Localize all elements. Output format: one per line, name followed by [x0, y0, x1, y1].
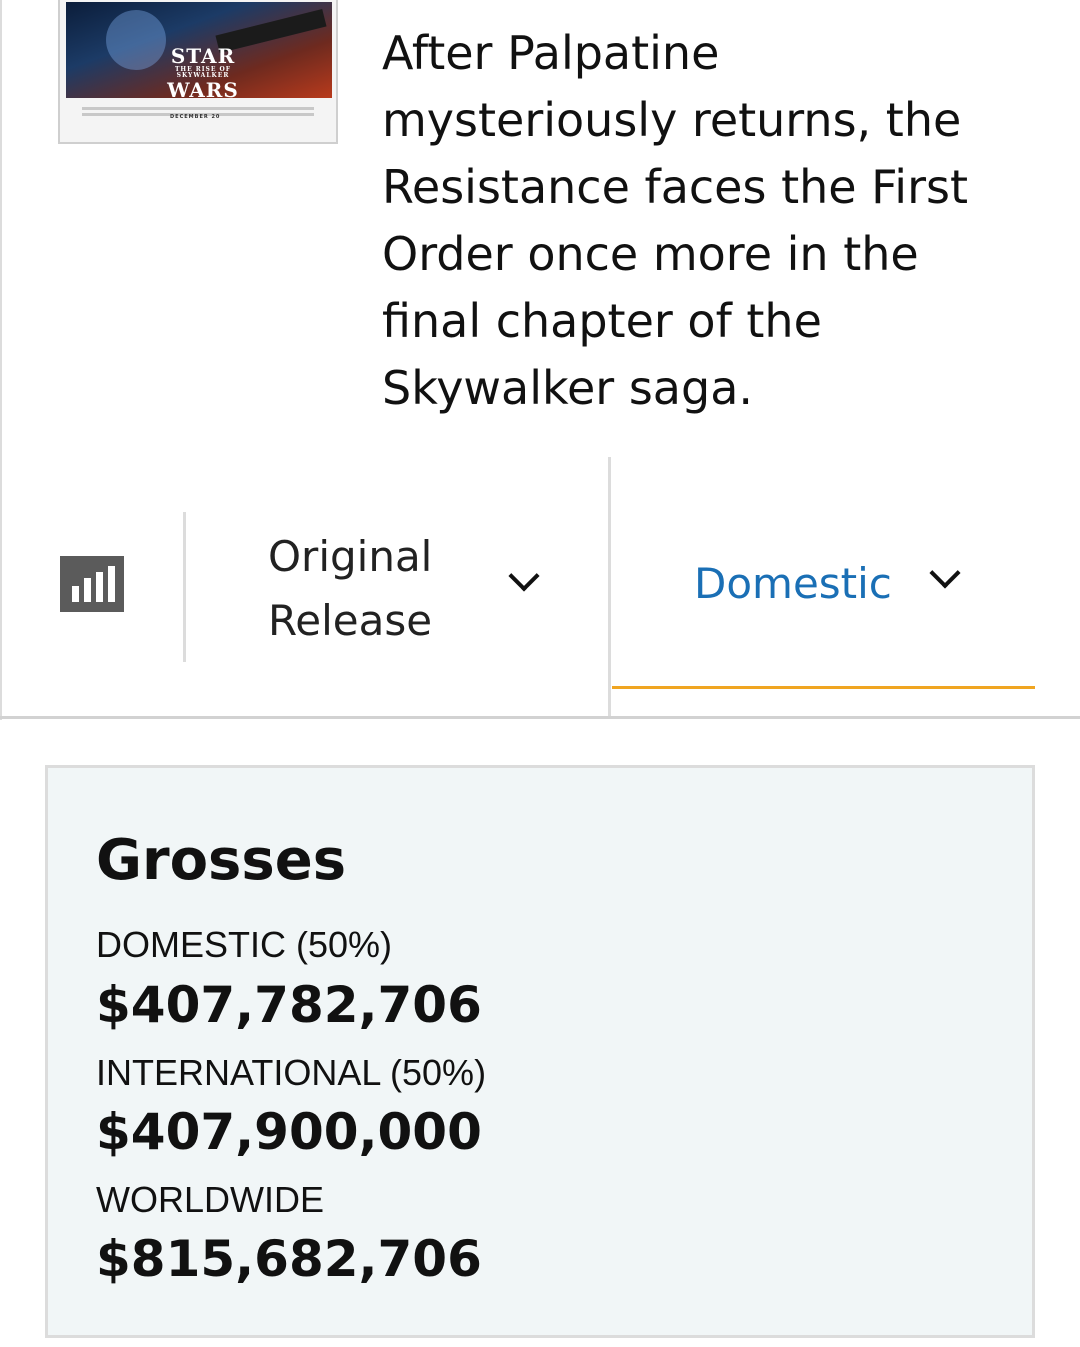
bar-chart-icon-bar: [96, 572, 103, 602]
international-label: INTERNATIONAL (50%): [96, 1052, 487, 1093]
page-left-border: [0, 0, 2, 720]
synopsis-line: final chapter of the: [382, 294, 822, 348]
poster-release-date: DECEMBER 20: [170, 114, 221, 120]
poster-logo-star: STAR: [170, 44, 236, 68]
poster-artwork: STAR THE RISE OF SKYWALKER WARS: [66, 2, 332, 98]
movie-poster[interactable]: STAR THE RISE OF SKYWALKER WARS DECEMBER…: [58, 0, 338, 144]
bar-chart-icon-bar: [84, 578, 91, 602]
market-active-underline: [612, 686, 1035, 689]
grosses-title: Grosses: [96, 828, 347, 893]
synopsis-line: mysteriously returns, the: [382, 93, 962, 147]
worldwide-value: $815,682,706: [96, 1230, 482, 1288]
synopsis-line: After Palpatine: [382, 26, 720, 80]
synopsis-line: Resistance faces the First: [382, 160, 968, 214]
market-dropdown[interactable]: Domestic: [612, 540, 1036, 620]
domestic-label: DOMESTIC (50%): [96, 924, 393, 965]
release-dropdown[interactable]: Original Release: [268, 525, 588, 655]
poster-credit-line: [82, 107, 314, 110]
domestic-value: $407,782,706: [96, 976, 482, 1034]
poster-glow: [106, 10, 166, 70]
synopsis-line: Skywalker saga.: [382, 361, 754, 415]
market-dropdown-label: Domestic: [694, 559, 892, 608]
release-dropdown-label: Original Release: [268, 525, 478, 653]
bar-chart-icon-bar: [108, 566, 115, 602]
poster-logo: STAR THE RISE OF SKYWALKER WARS: [158, 46, 248, 98]
chevron-down-icon: [508, 560, 540, 592]
chevron-down-icon: [929, 557, 961, 589]
worldwide-label: WORLDWIDE: [96, 1179, 324, 1220]
grosses-panel: Grosses DOMESTIC (50%) $407,782,706 INTE…: [45, 765, 1035, 1338]
toolbar-divider: [183, 512, 186, 662]
movie-synopsis: After Palpatine mysteriously returns, th…: [382, 20, 1042, 422]
bar-chart-icon-bar: [72, 586, 79, 602]
bar-chart-icon[interactable]: [60, 556, 124, 612]
release-dropdown-label-line2: Release: [268, 596, 433, 645]
synopsis-line: Order once more in the: [382, 227, 919, 281]
poster-logo-wars: WARS: [167, 78, 239, 98]
release-dropdown-label-line1: Original: [268, 532, 433, 581]
toolbar-divider: [608, 457, 611, 719]
section-divider: [0, 716, 1080, 719]
international-value: $407,900,000: [96, 1103, 482, 1161]
